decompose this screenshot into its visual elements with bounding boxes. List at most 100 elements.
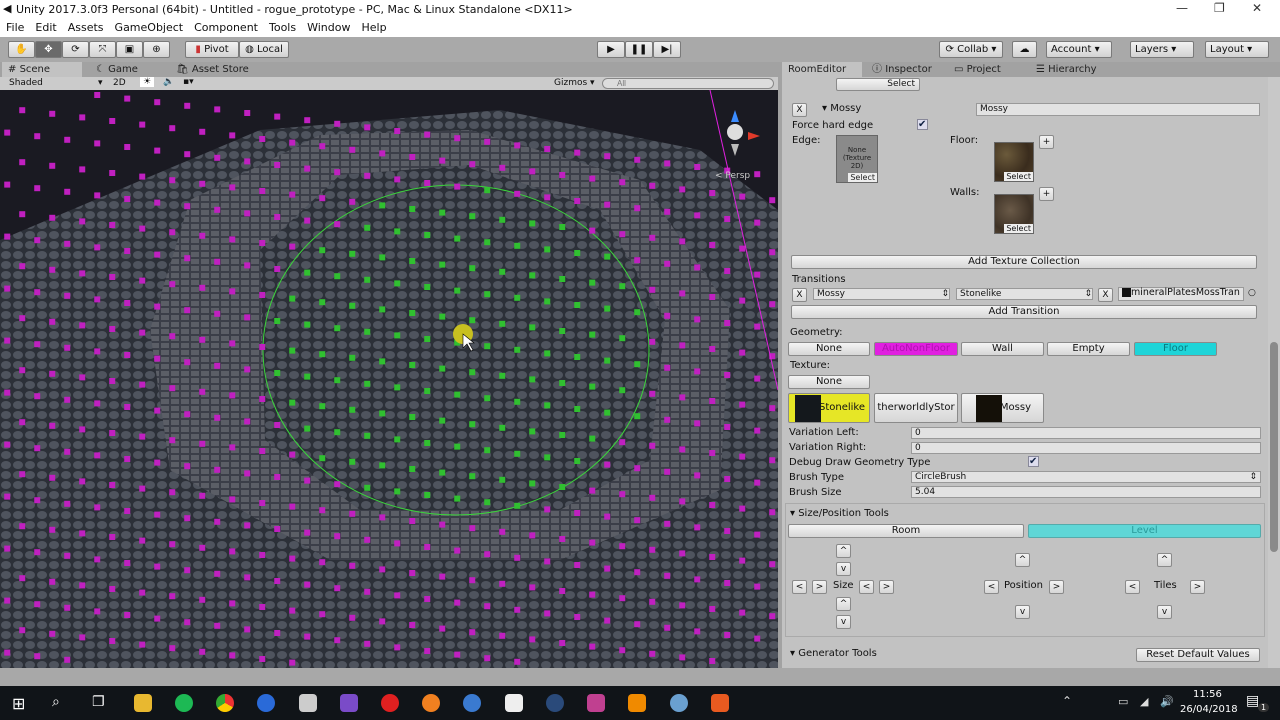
- size-top-down-button[interactable]: v: [836, 562, 851, 576]
- layout-dropdown[interactable]: Layout ▾: [1205, 41, 1269, 58]
- panel-scrollbar[interactable]: [1268, 77, 1280, 668]
- spotify-icon[interactable]: [175, 694, 193, 712]
- scene-viewport[interactable]: < Persp: [0, 90, 778, 668]
- debug-draw-checkbox[interactable]: ✔: [1028, 456, 1039, 467]
- maximize-button[interactable]: ❐: [1214, 1, 1225, 15]
- clear-transition-texture-button[interactable]: X: [1098, 288, 1113, 302]
- clock-date[interactable]: 26/04/2018: [1180, 704, 1238, 715]
- play-button[interactable]: ▶: [597, 41, 625, 58]
- remove-transition-button[interactable]: X: [792, 288, 807, 302]
- persp-label[interactable]: < Persp: [715, 171, 750, 181]
- shading-dropdown[interactable]: Shaded: [9, 78, 43, 88]
- close-button[interactable]: ✕: [1252, 1, 1262, 15]
- windows-start-icon[interactable]: ⊞: [12, 694, 25, 713]
- level-mode-button[interactable]: Level: [1028, 524, 1261, 538]
- texture-none-button[interactable]: None: [788, 375, 870, 389]
- texture-otherworldly-button[interactable]: therworldlyStor: [874, 393, 958, 423]
- variation-left-input[interactable]: 0: [911, 427, 1261, 439]
- battery-icon[interactable]: ▭: [1118, 695, 1128, 708]
- chrome-icon[interactable]: [216, 694, 234, 712]
- transition-texture-field[interactable]: mineralPlatesMossTran: [1118, 287, 1244, 301]
- generator-tools-foldout[interactable]: ▾ Generator Tools: [790, 648, 877, 659]
- edge-texture-slot[interactable]: None (Texture 2D) Select: [836, 135, 878, 183]
- collab-dropdown[interactable]: ⟳ Collab ▾: [939, 41, 1003, 58]
- size-right-shrink-button[interactable]: <: [859, 580, 874, 594]
- gizmos-dropdown[interactable]: Gizmos ▾: [554, 78, 595, 88]
- walls-select-button[interactable]: Select: [1004, 224, 1033, 233]
- volume-icon[interactable]: 🔊: [1160, 695, 1174, 708]
- audio-toggle-icon[interactable]: 🔈: [163, 77, 174, 87]
- floor-select-button[interactable]: Select: [1004, 172, 1033, 181]
- size-top-up-button[interactable]: ^: [836, 544, 851, 558]
- layers-dropdown[interactable]: Layers ▾: [1130, 41, 1194, 58]
- search-icon[interactable]: ⌕: [52, 694, 60, 710]
- add-walls-texture-button[interactable]: +: [1039, 187, 1054, 201]
- position-right-button[interactable]: >: [1049, 580, 1064, 594]
- menu-gameobject[interactable]: GameObject: [115, 21, 184, 34]
- brush-type-dropdown[interactable]: CircleBrush ⇕: [911, 471, 1261, 483]
- collection-name-input[interactable]: Mossy: [976, 103, 1260, 116]
- menu-window[interactable]: Window: [307, 21, 350, 34]
- add-texture-collection-button[interactable]: Add Texture Collection: [791, 255, 1257, 269]
- size-bottom-up-button[interactable]: ^: [836, 597, 851, 611]
- menu-tools[interactable]: Tools: [269, 21, 296, 34]
- tab-hierarchy[interactable]: ☰ Hierarchy: [1030, 62, 1103, 77]
- menu-assets[interactable]: Assets: [68, 21, 104, 34]
- tab-project[interactable]: ▭ Project: [948, 62, 1007, 77]
- unity-taskbar-icon[interactable]: [299, 694, 317, 712]
- task-view-icon[interactable]: ❐: [92, 694, 105, 710]
- scene-view[interactable]: < Persp: [0, 90, 778, 668]
- tiles-left-button[interactable]: <: [1125, 580, 1140, 594]
- rotate-tool-icon[interactable]: ⟳: [62, 41, 89, 58]
- menu-edit[interactable]: Edit: [35, 21, 56, 34]
- geometry-autononfloor-button[interactable]: AutoNonFloor: [874, 342, 958, 356]
- floor-texture-slot[interactable]: Select: [994, 142, 1034, 182]
- add-floor-texture-button[interactable]: +: [1039, 135, 1054, 149]
- size-left-grow-button[interactable]: >: [812, 580, 827, 594]
- edge-select-button[interactable]: Select: [848, 173, 877, 182]
- minimize-button[interactable]: —: [1176, 1, 1188, 15]
- variation-right-input[interactable]: 0: [911, 442, 1261, 454]
- position-up-button[interactable]: ^: [1015, 553, 1030, 567]
- blender-icon[interactable]: [422, 694, 440, 712]
- menu-help[interactable]: Help: [361, 21, 386, 34]
- move-tool-icon[interactable]: ✥: [35, 41, 62, 58]
- tiles-down-button[interactable]: v: [1157, 605, 1172, 619]
- position-down-button[interactable]: v: [1015, 605, 1030, 619]
- app-icon[interactable]: [463, 694, 481, 712]
- geometry-wall-button[interactable]: Wall: [961, 342, 1044, 356]
- reset-default-values-button[interactable]: Reset Default Values: [1136, 648, 1260, 662]
- account-dropdown[interactable]: Account ▾: [1046, 41, 1112, 58]
- texture-stonelike-button[interactable]: Stonelike: [788, 393, 870, 423]
- scale-tool-icon[interactable]: ⤧: [89, 41, 116, 58]
- effects-toggle-icon[interactable]: ▪▾: [183, 77, 194, 87]
- menu-file[interactable]: File: [6, 21, 24, 34]
- size-left-shrink-button[interactable]: <: [792, 580, 807, 594]
- pause-button[interactable]: ❚❚: [625, 41, 653, 58]
- collection-foldout[interactable]: ▾ Mossy: [822, 103, 861, 114]
- size-bottom-down-button[interactable]: v: [836, 615, 851, 629]
- tab-inspector[interactable]: ⓘ Inspector: [866, 62, 938, 77]
- step-button[interactable]: ▶|: [653, 41, 681, 58]
- vlc-icon[interactable]: [628, 694, 646, 712]
- maps-icon[interactable]: [257, 694, 275, 712]
- wifi-icon[interactable]: ◢: [1140, 695, 1148, 708]
- walls-texture-slot[interactable]: Select: [994, 194, 1034, 234]
- tray-chevron-icon[interactable]: ⌃: [1062, 694, 1072, 708]
- geometry-none-button[interactable]: None: [788, 342, 870, 356]
- game-app-icon[interactable]: [587, 694, 605, 712]
- scrollbar-thumb[interactable]: [1270, 342, 1278, 552]
- file-explorer-icon[interactable]: [134, 694, 152, 712]
- notepad-icon[interactable]: [505, 694, 523, 712]
- tab-asset-store[interactable]: 🛍 Asset Store: [170, 62, 255, 77]
- position-left-button[interactable]: <: [984, 580, 999, 594]
- menu-component[interactable]: Component: [194, 21, 258, 34]
- 2d-toggle[interactable]: 2D: [113, 78, 126, 88]
- tab-scene[interactable]: # Scene: [2, 62, 82, 77]
- tab-game[interactable]: ☾ Game: [90, 62, 144, 77]
- transform-tool-icon[interactable]: ⊕: [143, 41, 170, 58]
- transition-to-dropdown[interactable]: Stonelike ⇕: [956, 288, 1093, 300]
- room-mode-button[interactable]: Room: [788, 524, 1024, 538]
- geometry-floor-button[interactable]: Floor: [1134, 342, 1217, 356]
- globe-app-icon[interactable]: [670, 694, 688, 712]
